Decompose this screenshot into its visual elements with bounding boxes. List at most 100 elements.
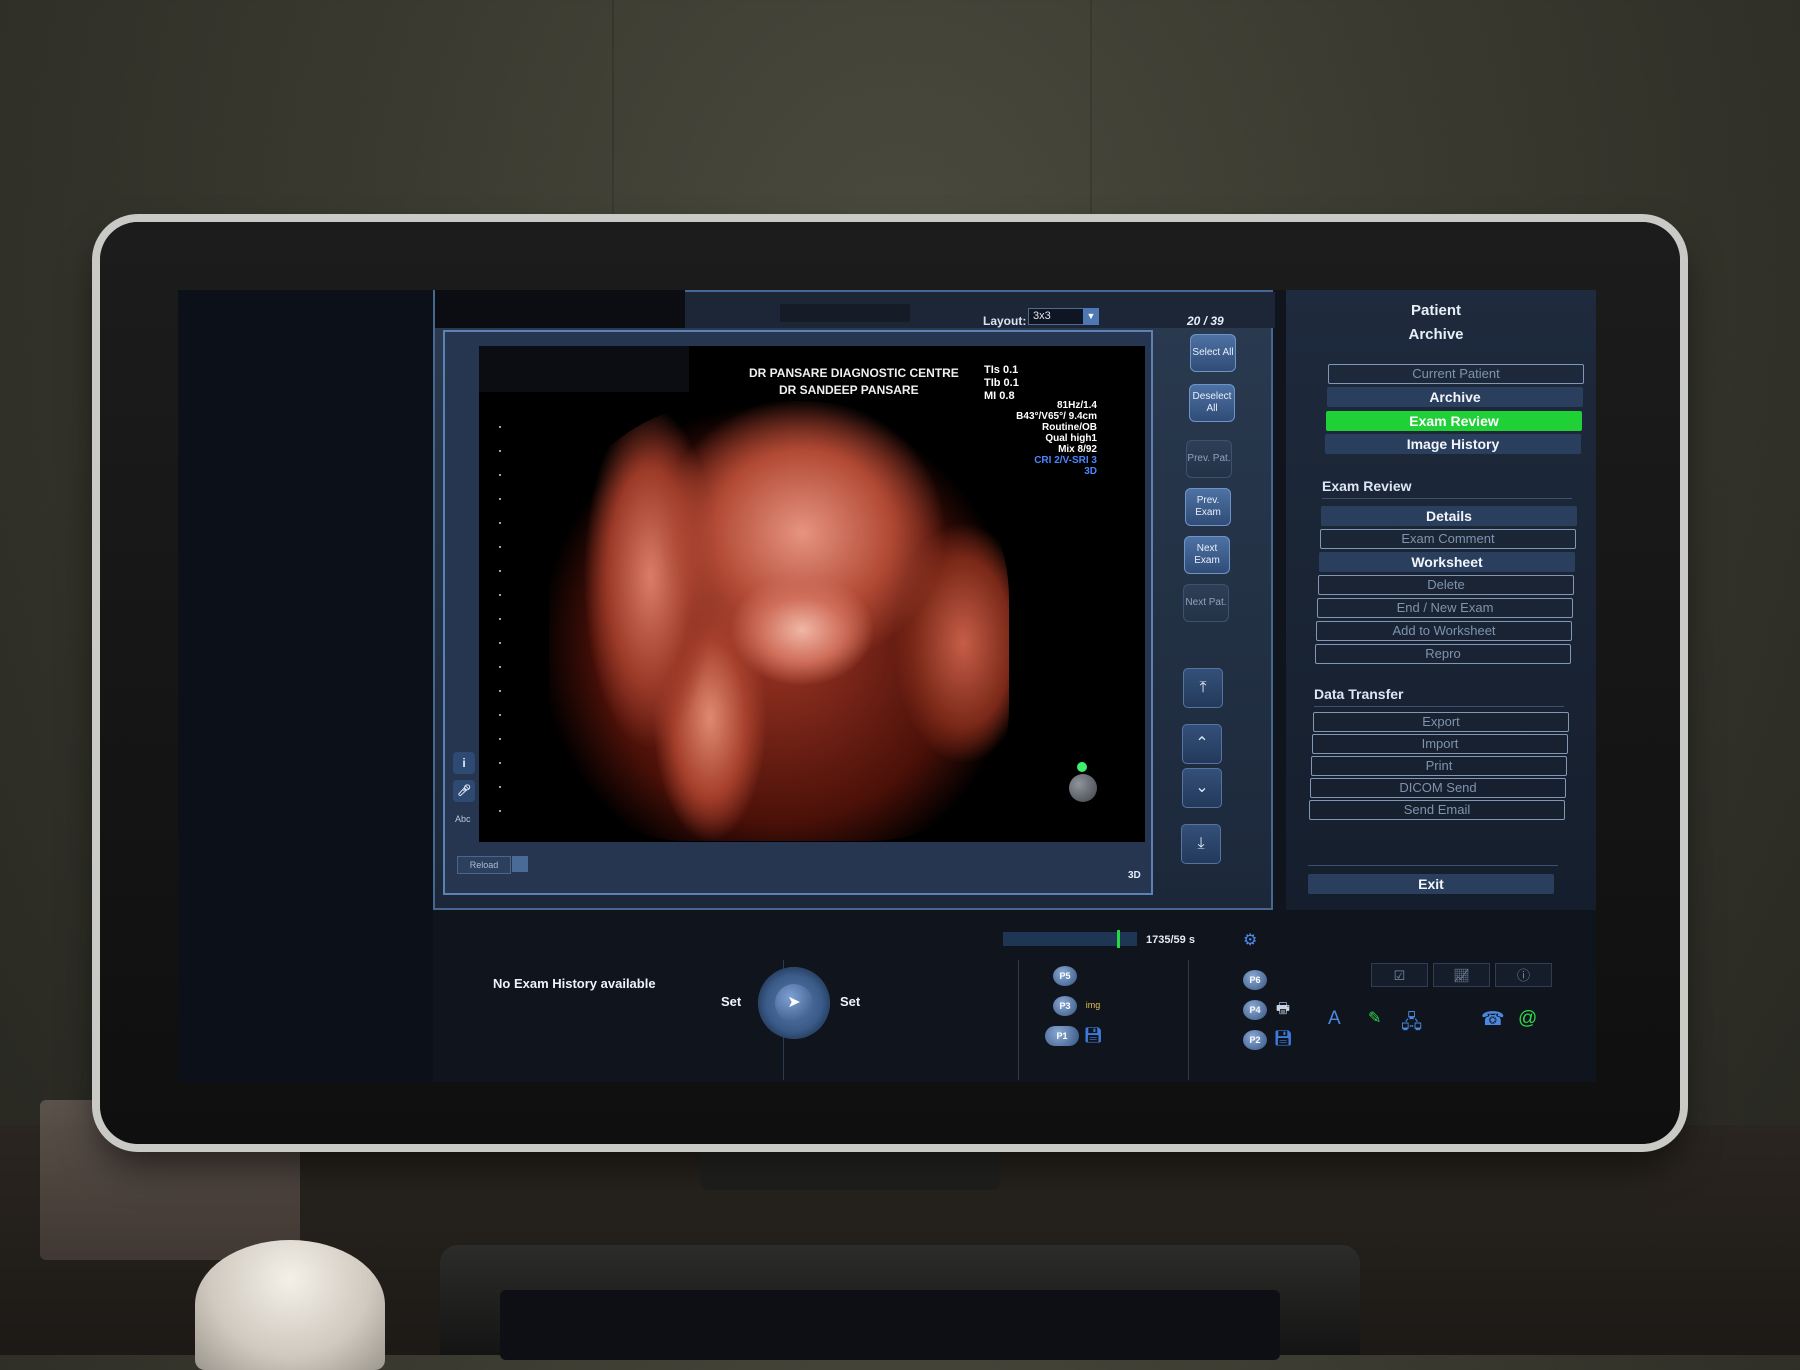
exam-review-section-label: Exam Review bbox=[1322, 478, 1412, 494]
param-line: 3D bbox=[1084, 466, 1097, 477]
tis-value: TIs 0.1 bbox=[984, 364, 1019, 376]
section-divider bbox=[1308, 865, 1558, 866]
measurement-chart-icon[interactable]: 📈︎ bbox=[1433, 963, 1490, 987]
annotation-text-tool[interactable]: Abc bbox=[455, 814, 471, 824]
wall-seam bbox=[612, 0, 614, 240]
current-patient-button[interactable]: Current Patient bbox=[1328, 364, 1584, 384]
prev-exam-button[interactable]: Prev. Exam bbox=[1185, 488, 1231, 526]
save-icon[interactable]: 💾︎ bbox=[1083, 1027, 1103, 1045]
text-annotation-icon[interactable]: A bbox=[1328, 1008, 1341, 1030]
render-orientation-ball bbox=[1069, 774, 1097, 802]
dicom-send-button[interactable]: DICOM Send bbox=[1310, 778, 1566, 798]
chevron-down-icon[interactable]: ⌄ bbox=[1182, 768, 1222, 808]
exam-comment-button[interactable]: Exam Comment bbox=[1320, 529, 1576, 549]
next-patient-button[interactable]: Next Pat. bbox=[1183, 584, 1229, 622]
exam-review-panel: Layout: 3x3 ▼ 20 / 39 DR PANSARE DIAGNOS… bbox=[433, 290, 1275, 910]
image-history-button[interactable]: Image History bbox=[1325, 434, 1581, 454]
redacted-area bbox=[780, 304, 910, 322]
ultrasound-image[interactable]: DR PANSARE DIAGNOSTIC CENTRE DR SANDEEP … bbox=[479, 346, 1145, 842]
scroll-top-icon[interactable]: ⤒ bbox=[1183, 668, 1223, 708]
image-counter: 20 / 39 bbox=[1187, 314, 1224, 328]
section-divider bbox=[1322, 498, 1572, 499]
param-line: Routine/OB bbox=[1042, 422, 1097, 433]
select-all-button[interactable]: Select All bbox=[1190, 334, 1236, 372]
panel-title-line2: Archive bbox=[1408, 326, 1464, 343]
bottom-control-strip: No Exam History available 1735/59 s ⚙ Se… bbox=[433, 910, 1596, 1082]
ultrasound-screen: Layout: 3x3 ▼ 20 / 39 DR PANSARE DIAGNOS… bbox=[178, 290, 1596, 1082]
set-right-label: Set bbox=[840, 994, 861, 1009]
param-line: B43°/V65°/ 9.4cm bbox=[1016, 411, 1097, 422]
data-transfer-section-label: Data Transfer bbox=[1314, 686, 1404, 702]
mi-value: MI 0.8 bbox=[984, 390, 1015, 402]
p4-button[interactable]: P4 bbox=[1243, 1000, 1267, 1020]
add-to-worksheet-button[interactable]: Add to Worksheet bbox=[1316, 621, 1572, 641]
phone-icon[interactable]: ☎ bbox=[1481, 1008, 1505, 1031]
divider bbox=[1188, 960, 1189, 1080]
p3-button[interactable]: P3 bbox=[1053, 996, 1077, 1016]
center-name: DR PANSARE DIAGNOSTIC CENTRE bbox=[749, 366, 959, 380]
reload-button[interactable]: Reload bbox=[457, 856, 511, 874]
network-icon[interactable]: 🖧︎ bbox=[1401, 1008, 1422, 1040]
p2-button[interactable]: P2 bbox=[1243, 1030, 1267, 1050]
wall-seam bbox=[1090, 0, 1092, 240]
info-icon[interactable]: i bbox=[453, 752, 475, 774]
depth-scale bbox=[499, 426, 501, 826]
section-divider bbox=[1314, 706, 1564, 707]
printer-icon[interactable]: 🖶︎ bbox=[1273, 1000, 1293, 1018]
exam-review-button[interactable]: Exam Review bbox=[1326, 411, 1582, 431]
chevron-down-icon[interactable]: ▼ bbox=[1083, 308, 1099, 325]
p5-button[interactable]: P5 bbox=[1053, 966, 1077, 986]
orientation-marker bbox=[1077, 762, 1087, 772]
patient-archive-panel: Patient Archive Current Patient Archive … bbox=[1286, 290, 1596, 910]
next-exam-button[interactable]: Next Exam bbox=[1184, 536, 1230, 574]
checklist-icon[interactable]: ☑ bbox=[1371, 963, 1428, 987]
deselect-all-button[interactable]: Deselect All bbox=[1189, 384, 1235, 422]
export-button[interactable]: Export bbox=[1313, 712, 1569, 732]
import-button[interactable]: Import bbox=[1312, 734, 1568, 754]
exit-button[interactable]: Exit bbox=[1308, 874, 1554, 894]
save-icon[interactable]: 💾︎ bbox=[1273, 1030, 1293, 1048]
redacted-area bbox=[479, 346, 689, 392]
cursor-icon[interactable]: ➤ bbox=[775, 984, 813, 1022]
print-button[interactable]: Print bbox=[1311, 756, 1567, 776]
fetal-3d-render bbox=[549, 401, 1009, 841]
scroll-bottom-icon[interactable]: ⤓ bbox=[1181, 824, 1221, 864]
worksheet-button[interactable]: Worksheet bbox=[1319, 552, 1575, 572]
acquisition-params: 81Hz/1.4 B43°/V65°/ 9.4cm Routine/OB Qua… bbox=[1016, 400, 1097, 477]
image-store-icon[interactable]: img bbox=[1083, 996, 1103, 1014]
exam-history-status: No Exam History available bbox=[493, 976, 656, 991]
details-button[interactable]: Details bbox=[1321, 506, 1577, 526]
panel-title-line1: Patient bbox=[1410, 302, 1461, 319]
cine-progress-marker bbox=[1116, 930, 1120, 948]
repro-button[interactable]: Repro bbox=[1315, 644, 1571, 664]
param-line: 81Hz/1.4 bbox=[1056, 400, 1097, 411]
tib-value: TIb 0.1 bbox=[984, 377, 1019, 389]
image-frame: DR PANSARE DIAGNOSTIC CENTRE DR SANDEEP … bbox=[443, 330, 1153, 895]
layout-label: Layout: bbox=[983, 314, 1027, 328]
chevron-down-icon[interactable] bbox=[512, 856, 528, 872]
gear-icon[interactable]: ⚙ bbox=[1243, 930, 1257, 950]
p1-button[interactable]: P1 bbox=[1045, 1026, 1079, 1046]
param-line: CRI 2/V-SRI 3 bbox=[1034, 455, 1097, 466]
mode-label: 3D bbox=[1128, 870, 1141, 881]
p6-button[interactable]: P6 bbox=[1243, 970, 1267, 990]
cine-progress-text: 1735/59 s bbox=[1146, 934, 1195, 946]
redacted-area bbox=[435, 290, 685, 328]
send-email-button[interactable]: Send Email bbox=[1309, 800, 1565, 820]
console-touchscreen bbox=[500, 1290, 1280, 1360]
doctor-name: DR SANDEEP PANSARE bbox=[779, 383, 919, 397]
prev-patient-button[interactable]: Prev. Pat. bbox=[1186, 440, 1232, 478]
param-line: Qual high1 bbox=[1045, 433, 1097, 444]
email-icon[interactable]: @ bbox=[1518, 1008, 1537, 1030]
gel-container bbox=[195, 1240, 385, 1370]
info-icon[interactable]: ⓘ bbox=[1495, 963, 1552, 987]
archive-button[interactable]: Archive bbox=[1327, 387, 1583, 407]
end-new-exam-button[interactable]: End / New Exam bbox=[1317, 598, 1573, 618]
microphone-icon[interactable]: 🎤︎ bbox=[453, 780, 475, 802]
thermal-index-readout: TIs 0.1 TIb 0.1 MI 0.8 bbox=[984, 364, 1019, 403]
chevron-up-icon[interactable]: ⌃ bbox=[1182, 724, 1222, 764]
delete-button[interactable]: Delete bbox=[1318, 575, 1574, 595]
pen-icon[interactable]: ✎ bbox=[1368, 1008, 1381, 1028]
param-line: Mix 8/92 bbox=[1058, 444, 1097, 455]
set-left-label: Set bbox=[721, 994, 742, 1009]
